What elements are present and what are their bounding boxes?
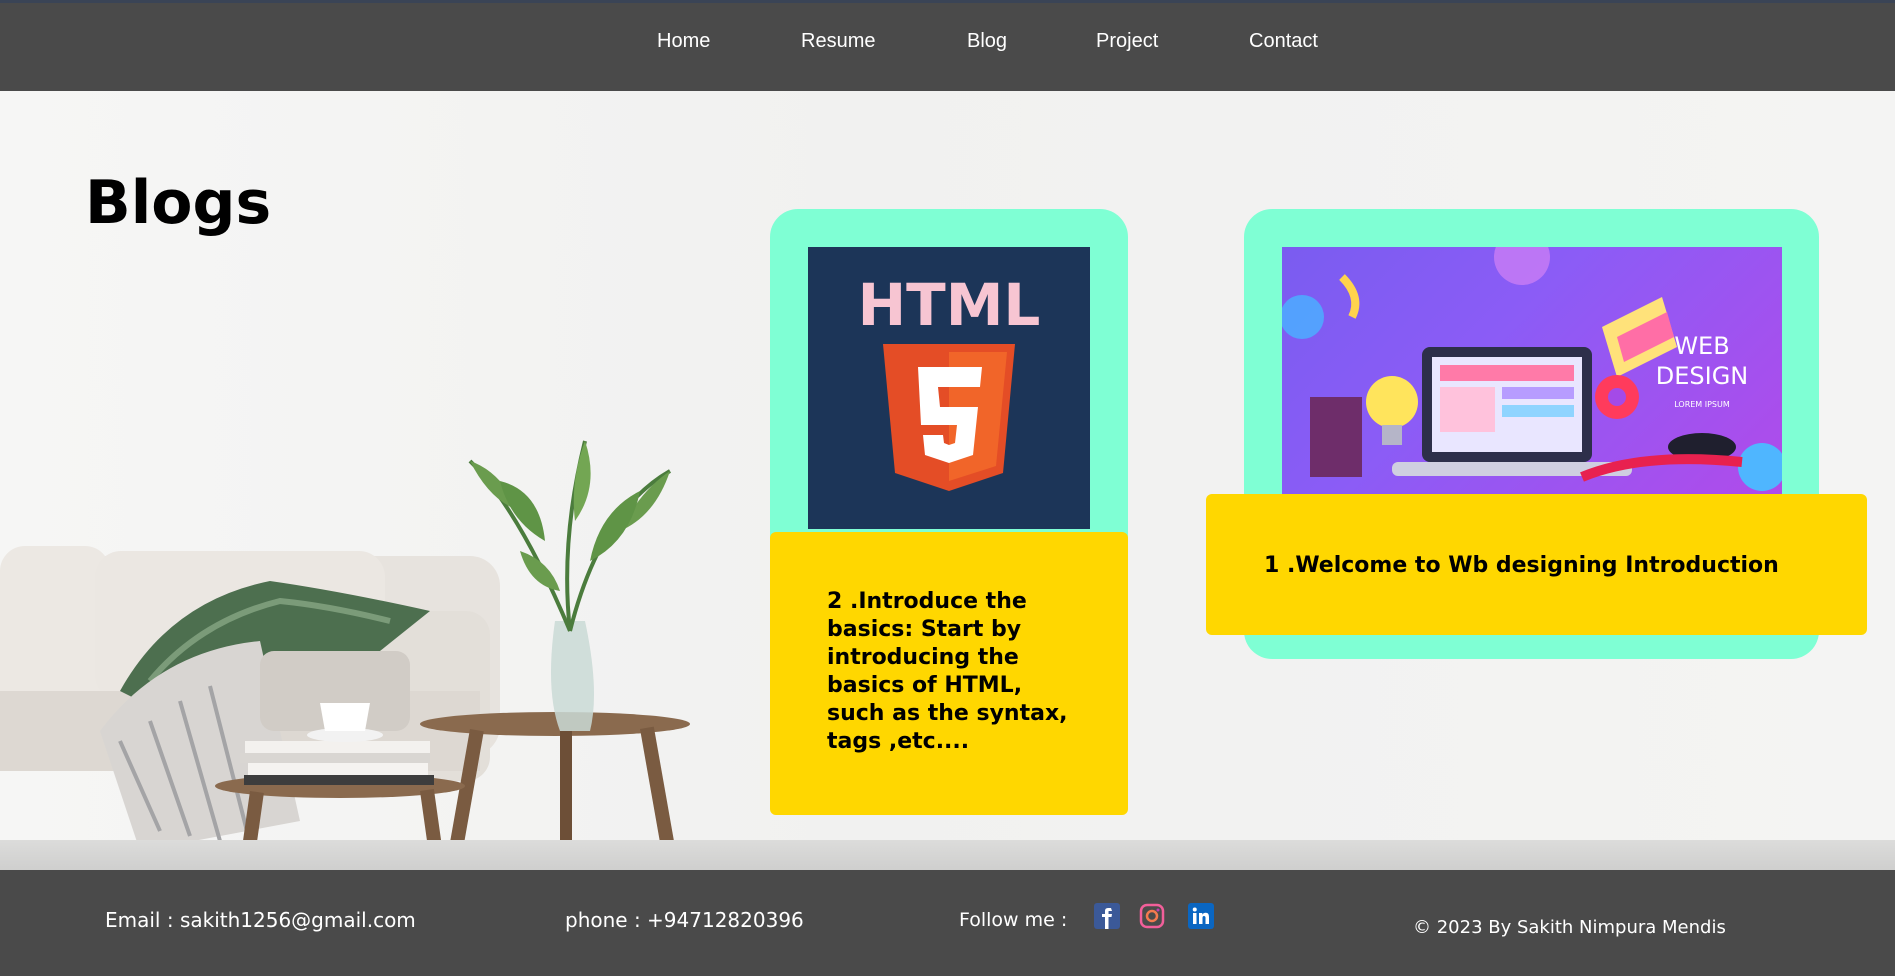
html5-logo-image[interactable]: HTML xyxy=(808,247,1090,529)
instagram-icon[interactable] xyxy=(1139,903,1165,929)
nav-project[interactable]: Project xyxy=(1096,30,1158,53)
blog-card-webdesign[interactable]: WEB DESIGN LOREM IPSUM 1 .Welcome to Wb … xyxy=(1206,209,1867,659)
nav-home[interactable]: Home xyxy=(657,30,710,53)
footer: Email : sakith1256@gmail.com phone : +94… xyxy=(0,870,1895,976)
blog-card-html[interactable]: HTML 2 .Introduce the basics: Start by i… xyxy=(770,209,1128,815)
facebook-icon[interactable] xyxy=(1094,903,1120,929)
svg-text:DESIGN: DESIGN xyxy=(1656,362,1749,390)
svg-text:LOREM IPSUM: LOREM IPSUM xyxy=(1674,400,1730,409)
web-design-illustration: WEB DESIGN LOREM IPSUM xyxy=(1282,247,1782,491)
blog-card-text[interactable]: 1 .Welcome to Wb designing Introduction xyxy=(1206,494,1867,635)
nav-contact[interactable]: Contact xyxy=(1249,30,1318,53)
main-nav: Home Resume Blog Project Contact xyxy=(0,3,1895,91)
nav-resume[interactable]: Resume xyxy=(801,30,875,53)
svg-text:WEB: WEB xyxy=(1674,332,1729,360)
linkedin-icon[interactable] xyxy=(1188,903,1214,929)
nav-blog[interactable]: Blog xyxy=(967,30,1007,53)
blog-card-text[interactable]: 2 .Introduce the basics: Start by introd… xyxy=(770,532,1128,815)
html5-logo-icon: HTML xyxy=(858,271,1041,491)
top-navbar: Home Resume Blog Project Contact xyxy=(0,0,1895,91)
footer-phone[interactable]: phone : +94712820396 xyxy=(565,908,804,932)
footer-copyright: © 2023 By Sakith Nimpura Mendis xyxy=(1413,917,1726,938)
footer-email[interactable]: Email : sakith1256@gmail.com xyxy=(105,908,416,932)
svg-text:HTML: HTML xyxy=(858,271,1041,339)
footer-follow-label: Follow me : xyxy=(959,909,1068,931)
floor xyxy=(0,840,1895,870)
page-title: Blogs xyxy=(85,168,272,238)
web-design-image[interactable]: WEB DESIGN LOREM IPSUM xyxy=(1282,247,1782,494)
